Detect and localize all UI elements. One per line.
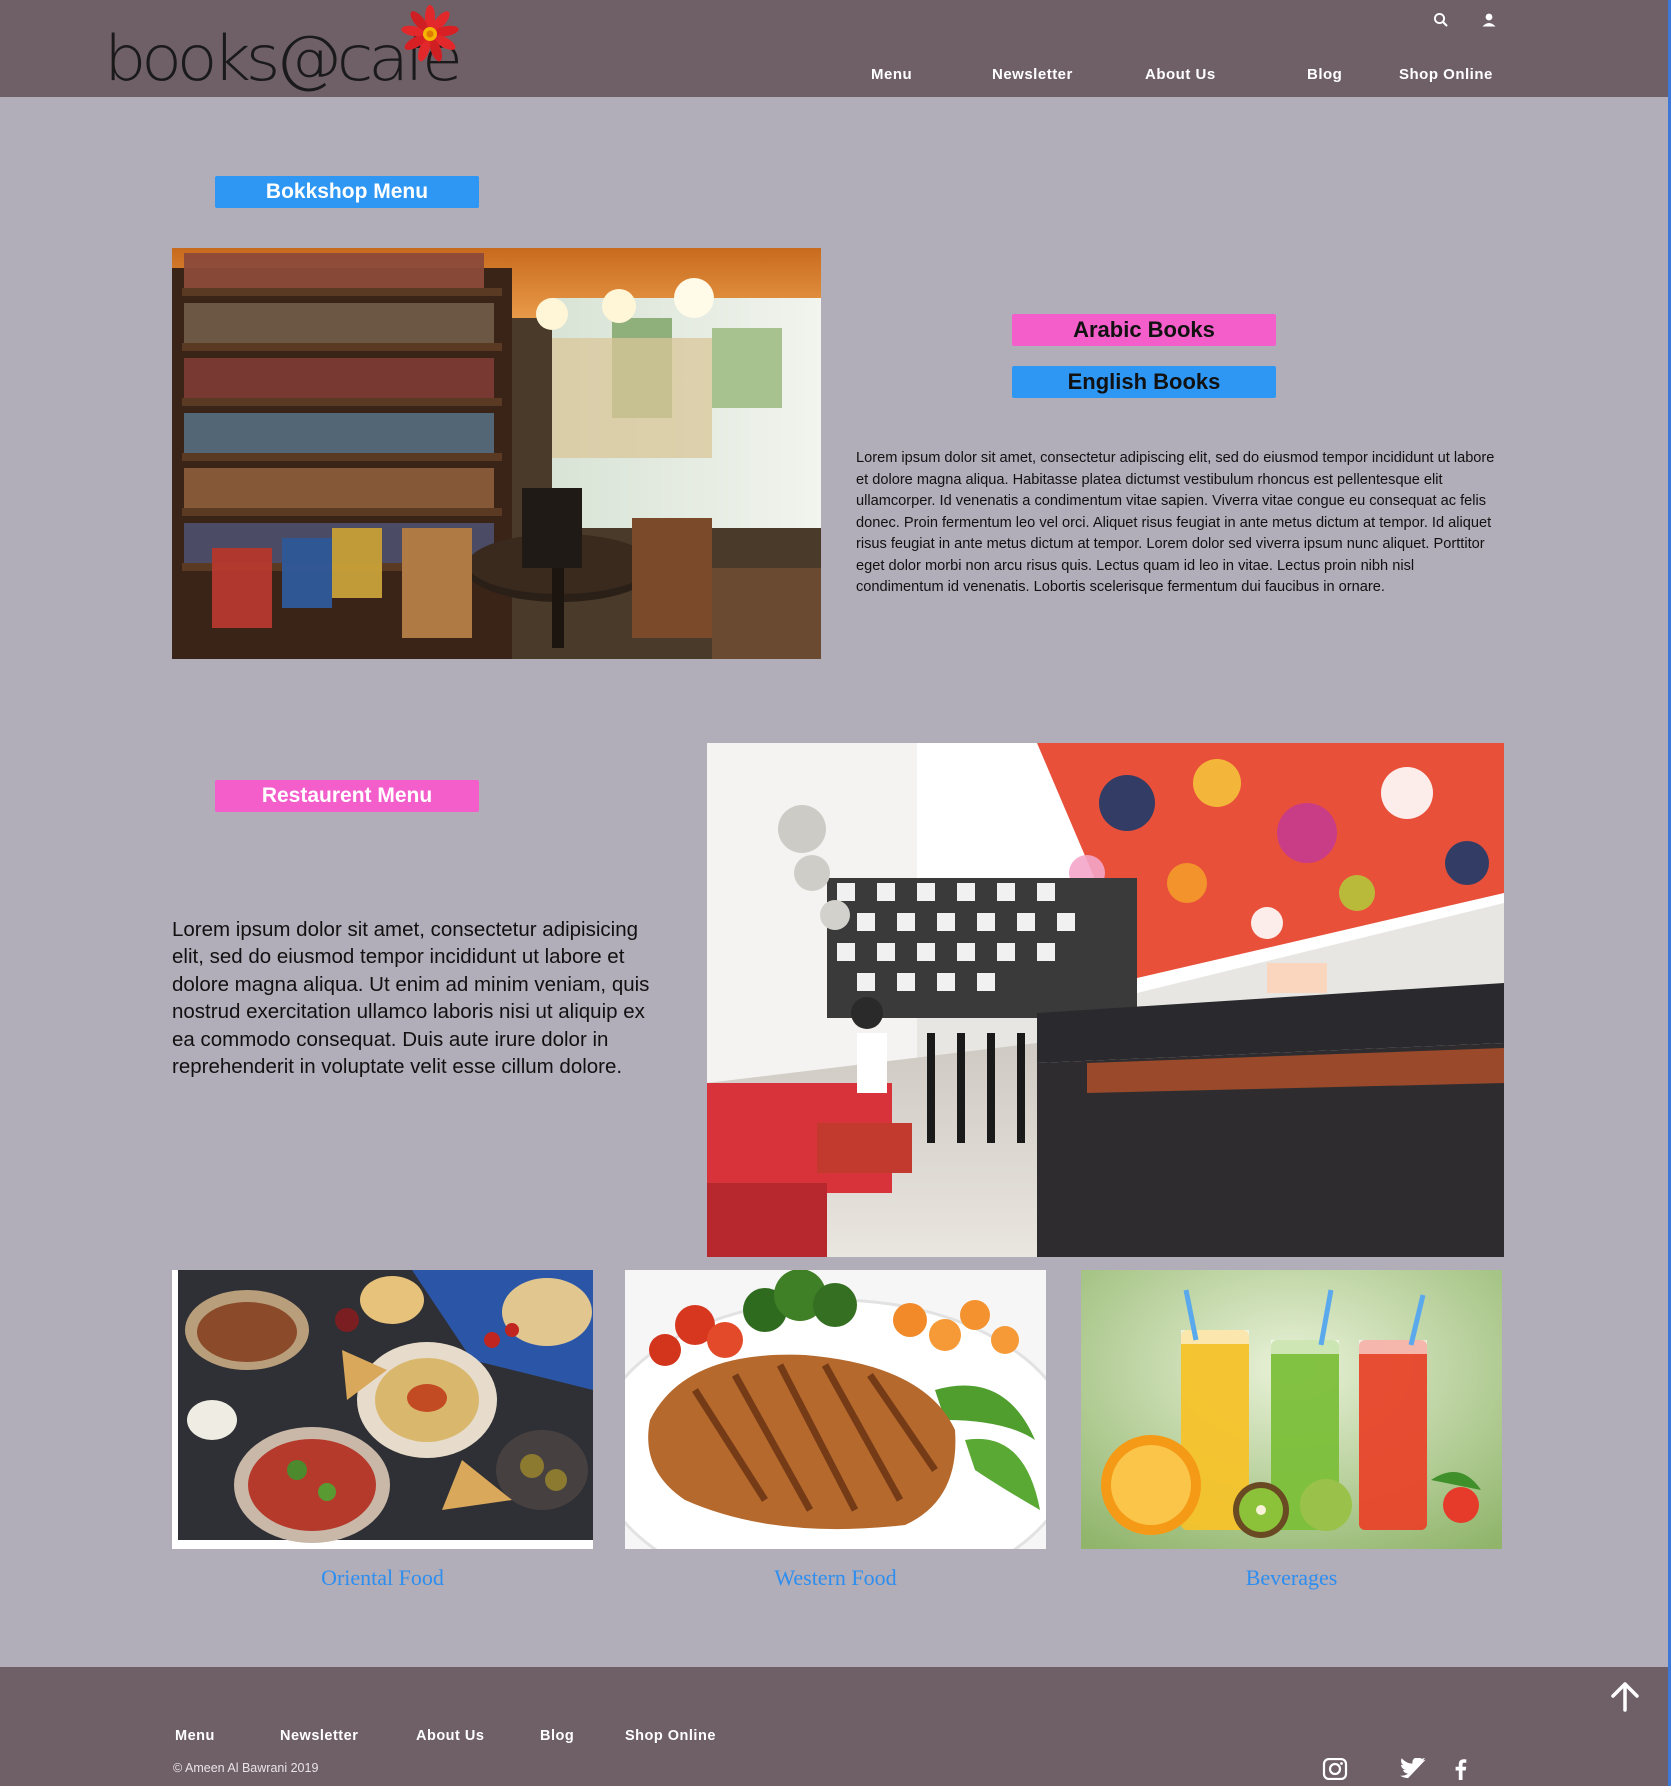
user-icon[interactable] xyxy=(1480,11,1498,29)
oriental-food-photo[interactable] xyxy=(172,1270,593,1549)
footer-nav-menu[interactable]: Menu xyxy=(175,1728,215,1744)
nav-newsletter[interactable]: Newsletter xyxy=(992,66,1073,83)
copyright-text: © Ameen Al Bawrani 2019 xyxy=(173,1761,319,1775)
search-icon[interactable] xyxy=(1432,11,1450,29)
oriental-food-link[interactable]: Oriental Food xyxy=(172,1565,593,1591)
facebook-icon[interactable] xyxy=(1452,1758,1468,1780)
restaurant-menu-button[interactable]: Restaurent Menu xyxy=(215,780,479,812)
restaurant-photo xyxy=(707,743,1504,1257)
english-books-button[interactable]: English Books xyxy=(1012,366,1276,398)
twitter-icon[interactable] xyxy=(1400,1758,1430,1780)
footer-nav-shop-online[interactable]: Shop Online xyxy=(625,1728,716,1744)
nav-about-us[interactable]: About Us xyxy=(1145,66,1216,83)
bookshop-photo xyxy=(172,248,821,659)
nav-menu[interactable]: Menu xyxy=(871,66,912,83)
nav-shop-online[interactable]: Shop Online xyxy=(1399,66,1493,83)
instagram-icon[interactable] xyxy=(1322,1758,1348,1780)
bookshop-description: Lorem ipsum dolor sit amet, consectetur … xyxy=(856,450,1495,595)
footer-nav-blog[interactable]: Blog xyxy=(540,1728,574,1744)
bookshop-menu-button[interactable]: Bokkshop Menu xyxy=(215,176,479,208)
footer-nav-about-us[interactable]: About Us xyxy=(416,1728,484,1744)
western-food-link[interactable]: Western Food xyxy=(625,1565,1046,1591)
beverages-photo[interactable] xyxy=(1081,1270,1502,1549)
footer-nav-newsletter[interactable]: Newsletter xyxy=(280,1728,358,1744)
western-food-photo[interactable] xyxy=(625,1270,1046,1549)
beverages-link[interactable]: Beverages xyxy=(1081,1565,1502,1591)
flower-icon xyxy=(401,5,459,62)
arabic-books-button[interactable]: Arabic Books xyxy=(1012,314,1276,346)
arrow-up-icon[interactable] xyxy=(1608,1680,1642,1714)
site-logo[interactable]: books@cafe xyxy=(104,4,474,96)
window-edge xyxy=(1668,0,1671,1786)
nav-blog[interactable]: Blog xyxy=(1307,66,1342,83)
restaurant-description: Lorem ipsum dolor sit amet, consectetur … xyxy=(172,918,650,1079)
